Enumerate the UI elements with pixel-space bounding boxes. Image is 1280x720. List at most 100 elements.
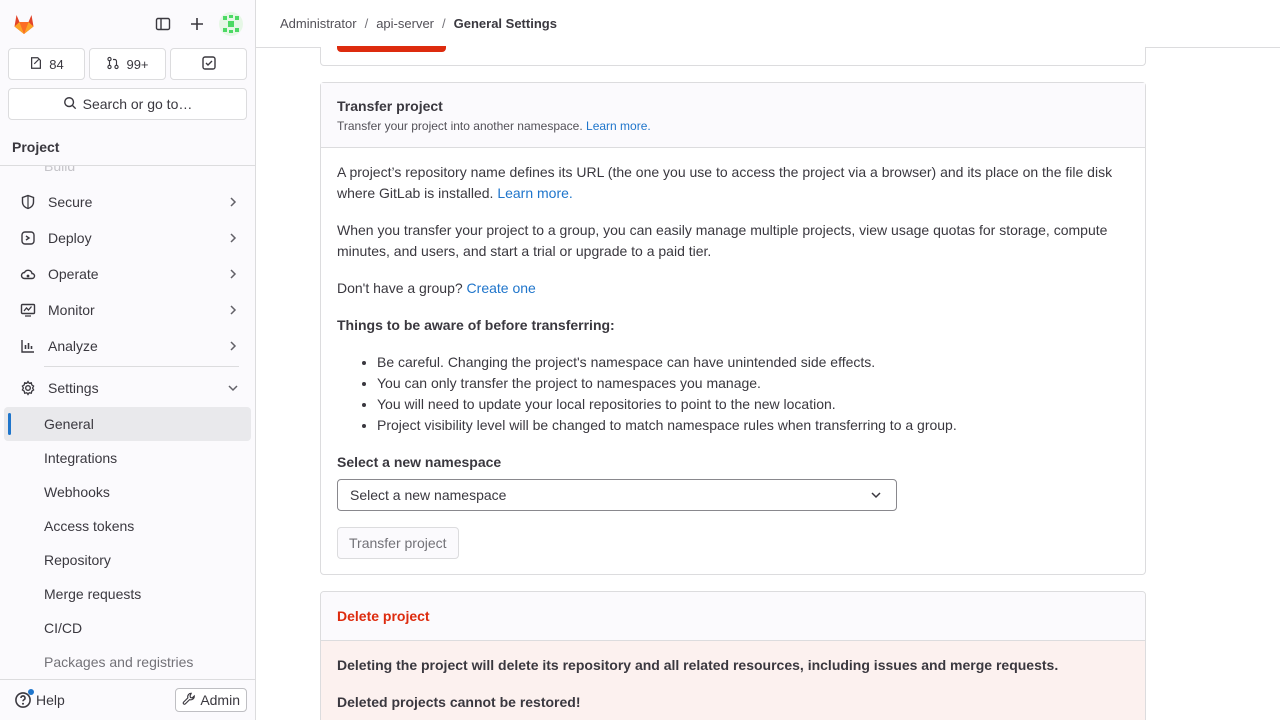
sidebar-item-operate[interactable]: Operate xyxy=(4,256,251,292)
sidebar-top xyxy=(0,0,255,48)
list-item: You can only transfer the project to nam… xyxy=(377,373,1129,394)
sidebar-footer: Help Admin xyxy=(0,679,255,720)
sidebar-subitem-packages[interactable]: Packages and registries xyxy=(4,645,251,679)
chevron-right-icon xyxy=(230,341,237,351)
gitlab-logo-icon[interactable] xyxy=(8,8,40,40)
sidebar-item-secure[interactable]: Secure xyxy=(4,184,251,220)
transfer-para-2: When you transfer your project to a grou… xyxy=(337,222,1108,259)
admin-button[interactable]: Admin xyxy=(175,688,247,712)
search-button[interactable]: Search or go to… xyxy=(8,88,247,120)
nav-divider xyxy=(44,366,239,367)
issues-count-button[interactable]: 84 xyxy=(8,48,85,80)
aware-title: Things to be aware of before transferrin… xyxy=(337,317,615,333)
transfer-subtitle: Transfer your project into another names… xyxy=(337,119,1129,133)
delete-card-body: Deleting the project will delete its rep… xyxy=(321,641,1145,720)
shield-icon xyxy=(20,194,36,210)
sidebar-item-label: Operate xyxy=(48,266,99,282)
chevron-right-icon xyxy=(230,305,237,315)
sidebar-item-label: Secure xyxy=(48,194,93,210)
notification-dot xyxy=(28,689,34,695)
transfer-para-1: A project’s repository name defines its … xyxy=(337,162,1129,204)
list-item: Be careful. Changing the project's names… xyxy=(377,352,1129,373)
transfer-card-header: Transfer project Transfer your project i… xyxy=(321,83,1145,148)
cloud-icon xyxy=(20,266,36,282)
transfer-para-3-text: Don't have a group? xyxy=(337,280,463,296)
merge-requests-count: 99+ xyxy=(126,56,149,72)
sidebar-item-label: Analyze xyxy=(48,338,98,354)
delete-warning-1: Deleting the project will delete its rep… xyxy=(337,657,1059,673)
repository-learn-more-link[interactable]: Learn more. xyxy=(497,185,572,201)
delete-title: Delete project xyxy=(321,592,1145,641)
merge-request-icon xyxy=(106,56,120,73)
help-icon xyxy=(14,689,34,709)
avatar[interactable] xyxy=(215,8,247,40)
transfer-card-body: A project’s repository name defines its … xyxy=(321,148,1145,574)
transfer-para-1-text: A project’s repository name defines its … xyxy=(337,164,1113,201)
previous-section-card xyxy=(320,46,1146,66)
sidebar-item-settings[interactable]: Settings xyxy=(4,369,251,407)
sidebar-subitem-repository[interactable]: Repository xyxy=(4,543,251,577)
breadcrumb-separator: / xyxy=(364,16,369,31)
namespace-label: Select a new namespace xyxy=(337,454,502,470)
transfer-title: Transfer project xyxy=(337,98,443,114)
breadcrumb-api-server[interactable]: api-server xyxy=(376,16,434,31)
sidebar-nav: Build Secure Deploy Operate Monitor Anal… xyxy=(0,166,255,679)
breadcrumb: Administrator / api-server / General Set… xyxy=(256,0,1280,48)
admin-label: Admin xyxy=(200,692,240,708)
namespace-select[interactable]: Select a new namespace xyxy=(337,479,897,511)
sidebar-subitem-cicd[interactable]: CI/CD xyxy=(4,611,251,645)
chevron-right-icon xyxy=(230,233,237,243)
project-section-title: Project xyxy=(0,128,255,166)
help-button[interactable]: Help xyxy=(8,689,65,709)
list-item: You will need to update your local repos… xyxy=(377,394,1129,415)
todo-button[interactable] xyxy=(170,48,247,80)
search-label: Search or go to… xyxy=(82,96,193,112)
help-label: Help xyxy=(36,692,65,708)
breadcrumb-current: General Settings xyxy=(453,16,557,31)
transfer-project-card: Transfer project Transfer your project i… xyxy=(320,82,1146,575)
chevron-down-icon xyxy=(228,385,238,392)
deploy-icon xyxy=(20,230,36,246)
sidebar-item-label: Monitor xyxy=(48,302,95,318)
chevron-right-icon xyxy=(230,269,237,279)
breadcrumb-administrator[interactable]: Administrator xyxy=(280,16,357,31)
chevron-down-icon xyxy=(871,492,881,499)
sidebar-counts: 84 99+ xyxy=(0,48,255,80)
sidebar-item-build-faded[interactable]: Build xyxy=(44,166,75,174)
namespace-select-value: Select a new namespace xyxy=(350,486,507,503)
toggle-sidebar-icon[interactable] xyxy=(147,8,179,40)
previous-danger-button[interactable] xyxy=(337,46,446,52)
sidebar-item-deploy[interactable]: Deploy xyxy=(4,220,251,256)
sidebar-subitem-access-tokens[interactable]: Access tokens xyxy=(4,509,251,543)
breadcrumb-separator: / xyxy=(442,16,446,31)
sidebar-subitem-general[interactable]: General xyxy=(4,407,251,441)
transfer-project-button[interactable]: Transfer project xyxy=(337,527,459,559)
transfer-para-3: Don't have a group? Create one xyxy=(337,278,1129,299)
transfer-learn-more-link[interactable]: Learn more. xyxy=(586,119,651,133)
create-new-icon[interactable] xyxy=(181,8,213,40)
chart-icon xyxy=(20,338,36,354)
merge-requests-count-button[interactable]: 99+ xyxy=(89,48,166,80)
gear-icon xyxy=(20,380,36,396)
list-item: Project visibility level will be changed… xyxy=(377,415,1129,436)
sidebar-subitem-webhooks[interactable]: Webhooks xyxy=(4,475,251,509)
search-icon xyxy=(63,96,77,113)
todo-icon xyxy=(201,55,217,74)
sidebar-item-analyze[interactable]: Analyze xyxy=(4,328,251,364)
monitor-icon xyxy=(20,302,36,318)
sidebar-subitem-merge-requests[interactable]: Merge requests xyxy=(4,577,251,611)
sidebar-subitem-integrations[interactable]: Integrations xyxy=(4,441,251,475)
issues-count: 84 xyxy=(49,56,64,72)
delete-warning-2: Deleted projects cannot be restored! xyxy=(337,694,581,710)
aware-list: Be careful. Changing the project's names… xyxy=(337,352,1129,436)
wrench-icon xyxy=(182,692,196,709)
transfer-subtitle-text: Transfer your project into another names… xyxy=(337,119,583,133)
issues-icon xyxy=(29,56,43,73)
sidebar-item-label: Settings xyxy=(48,380,99,396)
sidebar-item-label: Deploy xyxy=(48,230,92,246)
sidebar: 84 99+ Search or go to… Project Build Se… xyxy=(0,0,256,720)
sidebar-item-monitor[interactable]: Monitor xyxy=(4,292,251,328)
create-group-link[interactable]: Create one xyxy=(467,280,536,296)
chevron-right-icon xyxy=(230,197,237,207)
delete-project-card: Delete project Deleting the project will… xyxy=(320,591,1146,720)
